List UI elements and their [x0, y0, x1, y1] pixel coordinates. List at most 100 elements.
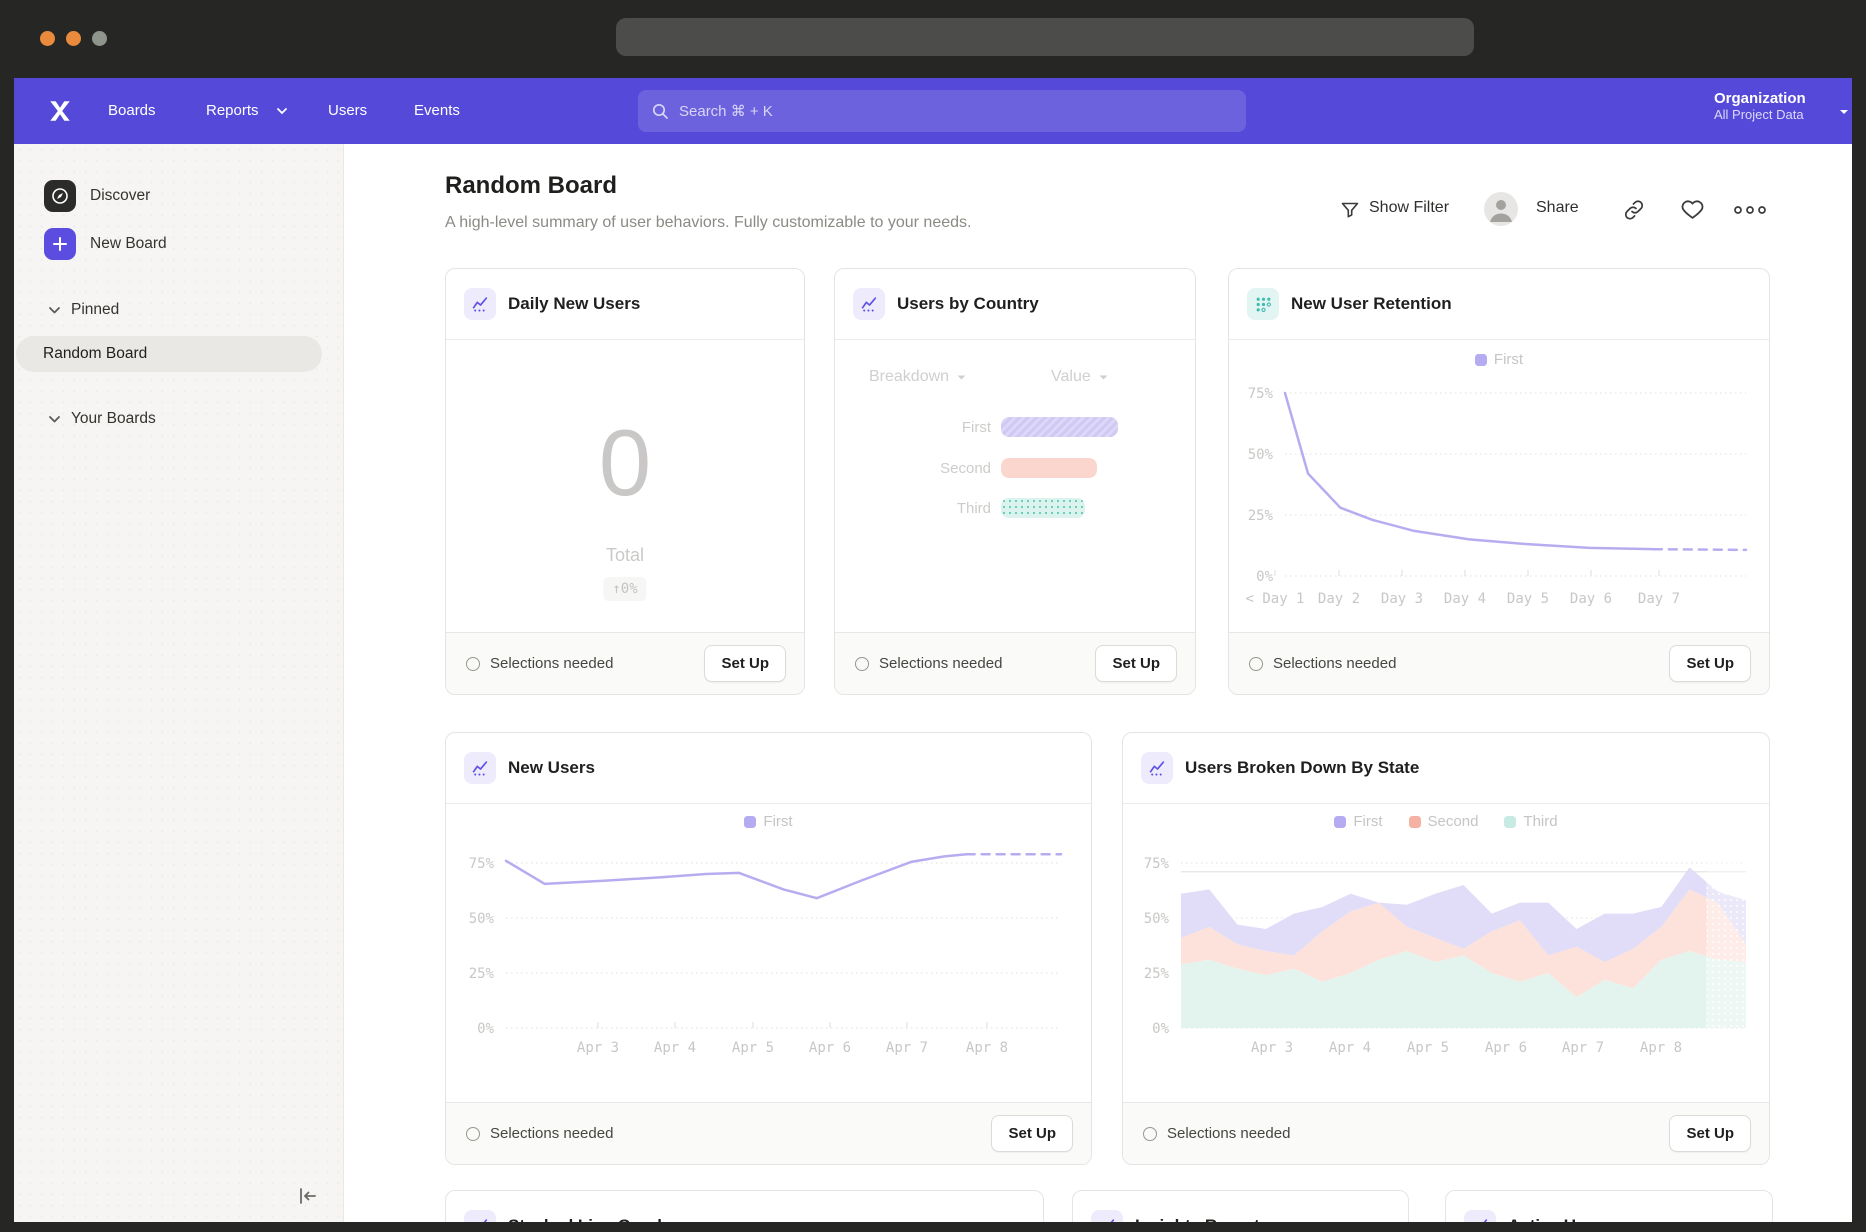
- svg-text:75%: 75%: [469, 856, 495, 872]
- more-options-icon[interactable]: [1732, 204, 1768, 216]
- card-header: Users by Country: [835, 269, 1195, 339]
- line-chart-icon: [1141, 752, 1173, 784]
- svg-text:25%: 25%: [1144, 966, 1170, 982]
- card-footer: Selections needed Set Up: [446, 632, 804, 694]
- sidebar-item-label: Discover: [90, 187, 150, 205]
- value-dropdown[interactable]: Value: [1051, 368, 1109, 386]
- chevron-down-icon: [1098, 374, 1109, 381]
- status-circle-icon: [466, 657, 480, 671]
- share-button[interactable]: Share: [1536, 199, 1579, 217]
- card-daily-new-users: Daily New Users 0 Total ↑0% Selections n…: [445, 268, 805, 695]
- search-placeholder: Search ⌘ + K: [679, 102, 773, 120]
- window-titlebar: [0, 0, 1866, 78]
- nav-item-users[interactable]: Users: [328, 78, 367, 144]
- chevron-down-icon: [48, 306, 61, 315]
- breakdown-dropdown[interactable]: Breakdown: [869, 368, 967, 386]
- svg-text:< Day 1: < Day 1: [1245, 591, 1304, 607]
- card-footer: Selections needed Set Up: [835, 632, 1195, 694]
- svg-text:75%: 75%: [1144, 856, 1170, 872]
- svg-text:Apr 4: Apr 4: [1329, 1040, 1371, 1056]
- bar-second: [1001, 458, 1097, 478]
- set-up-button[interactable]: Set Up: [1669, 1115, 1751, 1152]
- set-up-button[interactable]: Set Up: [704, 645, 786, 682]
- window-close-button[interactable]: [40, 31, 55, 46]
- sidebar-section-your-boards[interactable]: Your Boards: [48, 410, 156, 428]
- status-text: Selections needed: [1167, 1125, 1669, 1142]
- card-title: New Users: [508, 733, 595, 803]
- metric-label: Total: [446, 545, 804, 566]
- svg-text:50%: 50%: [1144, 911, 1170, 927]
- dropdown-label: Value: [1051, 368, 1091, 386]
- svg-text:Apr 4: Apr 4: [654, 1040, 696, 1056]
- card-new-user-retention: New User Retention First 75%50%25%0%< Da…: [1228, 268, 1770, 695]
- svg-text:Apr 5: Apr 5: [1407, 1040, 1449, 1056]
- card-header: Users Broken Down By State: [1123, 733, 1769, 803]
- nav-item-boards[interactable]: Boards: [108, 78, 156, 144]
- retention-grid-icon: [1247, 288, 1279, 320]
- dropdown-label: Breakdown: [869, 368, 949, 386]
- org-scope: All Project Data: [1714, 107, 1806, 122]
- set-up-button[interactable]: Set Up: [1095, 645, 1177, 682]
- svg-text:Day 7: Day 7: [1638, 591, 1680, 607]
- favorite-heart-icon[interactable]: [1680, 197, 1705, 222]
- chevron-down-icon: [956, 374, 967, 381]
- new-users-line-chart: 75%50%25%0%Apr 3Apr 4Apr 5Apr 6Apr 7Apr …: [446, 796, 1092, 1104]
- org-chevron-down-icon: [1838, 108, 1850, 116]
- svg-text:Apr 6: Apr 6: [1485, 1040, 1527, 1056]
- filter-icon[interactable]: [1340, 200, 1360, 220]
- sidebar-collapse-button[interactable]: [294, 1182, 322, 1210]
- sidebar-section-label: Pinned: [71, 301, 119, 319]
- svg-text:Apr 3: Apr 3: [577, 1040, 619, 1056]
- card-new-users: New Users First 75%50%25%0%Apr 3Apr 4Apr…: [445, 732, 1092, 1165]
- copy-link-icon[interactable]: [1622, 198, 1646, 222]
- sidebar-item-random-board[interactable]: Random Board: [16, 336, 322, 372]
- svg-text:0%: 0%: [1256, 569, 1273, 585]
- window-frame-bottom: [0, 1222, 1866, 1232]
- card-footer: Selections needed Set Up: [1229, 632, 1769, 694]
- nav-item-reports[interactable]: Reports: [206, 78, 259, 144]
- retention-line-chart: 75%50%25%0%< Day 1Day 2Day 3Day 4Day 5Da…: [1229, 339, 1770, 634]
- top-nav: Boards Reports Users Events Search ⌘ + K: [14, 78, 1852, 144]
- set-up-button[interactable]: Set Up: [1669, 645, 1751, 682]
- avatar[interactable]: [1484, 192, 1518, 226]
- card-header: New User Retention: [1229, 269, 1769, 339]
- org-name: Organization: [1714, 90, 1806, 107]
- set-up-button[interactable]: Set Up: [991, 1115, 1073, 1152]
- browser-address-bar[interactable]: [616, 18, 1474, 56]
- sidebar-item-label: Random Board: [43, 345, 147, 363]
- card-users-by-state: Users Broken Down By State FirstSecondTh…: [1122, 732, 1770, 1165]
- svg-text:Day 6: Day 6: [1570, 591, 1612, 607]
- card-footer: Selections needed Set Up: [1123, 1102, 1769, 1164]
- svg-text:Day 5: Day 5: [1507, 591, 1549, 607]
- svg-text:Apr 7: Apr 7: [1562, 1040, 1604, 1056]
- svg-text:Apr 8: Apr 8: [1640, 1040, 1682, 1056]
- mixpanel-logo-icon[interactable]: [47, 98, 73, 124]
- svg-text:Day 3: Day 3: [1381, 591, 1423, 607]
- row-label: First: [871, 419, 991, 436]
- svg-text:Apr 3: Apr 3: [1251, 1040, 1293, 1056]
- window-zoom-button[interactable]: [92, 31, 107, 46]
- sidebar-section-pinned[interactable]: Pinned: [48, 301, 119, 319]
- sidebar-section-label: Your Boards: [71, 410, 156, 428]
- search-icon: [652, 103, 669, 120]
- search-input[interactable]: Search ⌘ + K: [638, 90, 1246, 132]
- org-switcher[interactable]: Organization All Project Data: [1714, 90, 1806, 122]
- window-minimize-button[interactable]: [66, 31, 81, 46]
- nav-item-events[interactable]: Events: [414, 78, 460, 144]
- status-circle-icon: [855, 657, 869, 671]
- line-chart-icon: [464, 288, 496, 320]
- svg-text:Apr 5: Apr 5: [732, 1040, 774, 1056]
- line-chart-icon: [464, 752, 496, 784]
- window-frame-right: [1852, 0, 1866, 1232]
- card-users-by-country: Users by Country Breakdown Value First S…: [834, 268, 1196, 695]
- stacked-area-chart: 75%50%25%0%Apr 3Apr 4Apr 5Apr 6Apr 7Apr …: [1123, 796, 1770, 1104]
- sidebar-item-label: New Board: [90, 235, 167, 253]
- status-text: Selections needed: [490, 655, 704, 672]
- status-circle-icon: [1249, 657, 1263, 671]
- svg-text:25%: 25%: [1248, 508, 1274, 524]
- metric-value: 0: [446, 409, 804, 517]
- sidebar-item-new-board[interactable]: New Board: [44, 228, 167, 260]
- window-frame-left: [0, 0, 14, 1232]
- show-filter-button[interactable]: Show Filter: [1369, 199, 1449, 217]
- sidebar-item-discover[interactable]: Discover: [44, 180, 150, 212]
